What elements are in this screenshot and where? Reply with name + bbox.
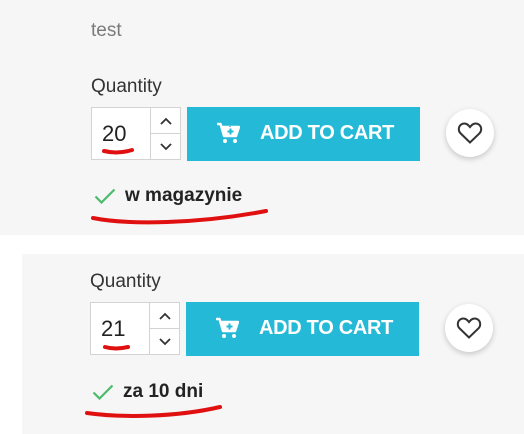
- annotation-underline: [103, 345, 130, 351]
- heart-icon: [456, 317, 482, 339]
- add-to-cart-label: ADD TO CART: [259, 317, 394, 339]
- product-panel-2: Quantity 21 ADD TO CART za 10 dni: [22, 254, 524, 434]
- add-to-cart-button[interactable]: ADD TO CART: [186, 302, 419, 356]
- wishlist-button[interactable]: [446, 109, 494, 157]
- product-panel-1: test Quantity 20 ADD TO CART w magazynie: [0, 0, 524, 235]
- chevron-down-icon: [159, 338, 171, 346]
- heart-icon: [457, 122, 483, 144]
- product-description: test: [91, 20, 122, 41]
- quantity-decrease-button[interactable]: [149, 329, 180, 355]
- chevron-up-icon: [159, 312, 171, 320]
- add-to-cart-button[interactable]: ADD TO CART: [187, 107, 420, 161]
- add-to-cart-label: ADD TO CART: [260, 122, 395, 144]
- quantity-increase-button[interactable]: [149, 303, 180, 329]
- quantity-label: Quantity: [91, 76, 162, 97]
- wishlist-button[interactable]: [445, 304, 493, 352]
- quantity-decrease-button[interactable]: [150, 134, 181, 160]
- annotation-underline: [91, 209, 268, 225]
- quantity-increase-button[interactable]: [150, 108, 181, 134]
- chevron-up-icon: [160, 117, 172, 125]
- chevron-down-icon: [160, 143, 172, 151]
- cart-icon: [216, 317, 239, 338]
- quantity-label: Quantity: [90, 271, 161, 292]
- cart-icon: [217, 122, 240, 143]
- annotation-underline: [102, 148, 134, 155]
- quantity-input[interactable]: 21: [101, 316, 125, 342]
- annotation-underline: [85, 405, 222, 418]
